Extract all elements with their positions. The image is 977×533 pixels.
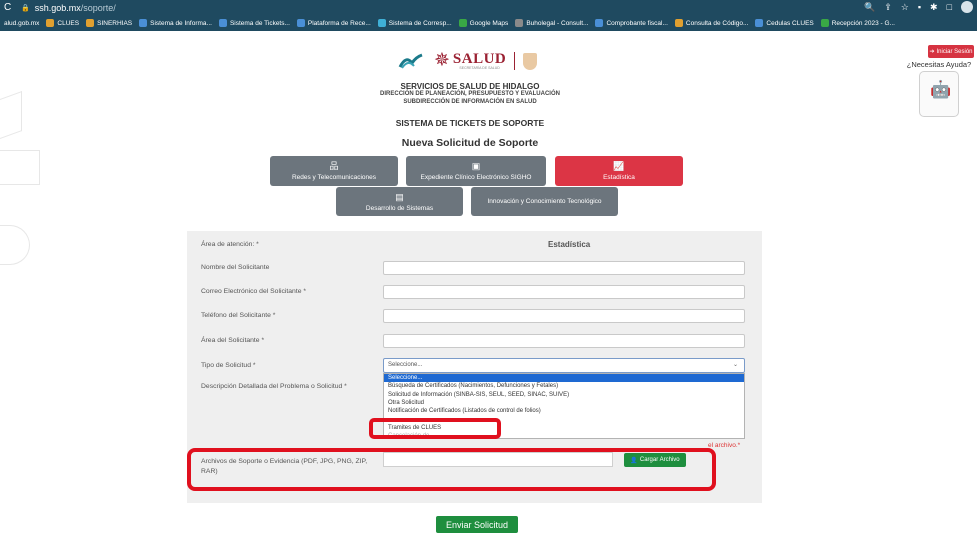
email-input[interactable] (383, 285, 745, 299)
name-input[interactable] (383, 261, 745, 275)
extensions-puzzle-icon[interactable]: ✱ (930, 2, 938, 13)
bookmark-favicon-icon (755, 19, 764, 27)
monitor-icon: ▣ (471, 161, 481, 171)
bookmark-item[interactable]: Cedulas CLUES (755, 19, 814, 27)
bookmark-item[interactable]: Plataforma de Rece... (296, 19, 371, 27)
login-button[interactable]: ➔ Iniciar Sesión (928, 45, 974, 58)
dropdown-option[interactable]: Notificación de Certificados (Listados d… (384, 407, 744, 415)
category-innovacion-button[interactable]: Innovación y Conocimiento Tecnológico (471, 187, 618, 216)
bookmark-item[interactable]: Comprobante fiscal... (595, 19, 668, 27)
bookmark-item[interactable]: Sistema de Corresp... (377, 19, 452, 27)
highlight-box-file-upload (187, 448, 716, 491)
profile-avatar[interactable] (961, 1, 973, 13)
chart-icon: 📈 (613, 161, 625, 171)
share-icon[interactable]: ⇪ (884, 2, 892, 13)
name-label: Nombre del Solicitante (201, 264, 270, 271)
dropdown-option[interactable]: Seleccione... (384, 374, 744, 383)
bookmark-item[interactable]: Google Maps (458, 19, 508, 27)
lock-icon: 🔒 (21, 4, 30, 12)
bookmark-favicon-icon (820, 19, 829, 27)
highlight-box-clues-option (369, 418, 501, 439)
logo-salud-text: SALUD (452, 51, 507, 67)
bookmark-favicon-icon (296, 19, 305, 27)
bookmark-item[interactable]: Sistema de Informa... (139, 19, 212, 27)
logo-subtext: SECRETARÍA DE SALUD (459, 66, 500, 70)
bookmark-favicon-icon (377, 19, 386, 27)
submit-button[interactable]: Enviar Solicitud (436, 516, 518, 533)
hidalgo-shield-icon (523, 52, 538, 70)
email-label: Correo Electrónico del Solicitante * (201, 288, 307, 295)
bookmark-item[interactable]: SINERHIAS (86, 19, 132, 27)
phone-input[interactable] (383, 309, 745, 323)
category-sigho-button[interactable]: ▣ Expediente Clínico Electrónico SIGHO (406, 156, 546, 186)
extension-icon[interactable]: ▪ (918, 2, 921, 12)
hidalgo-logo-icon (398, 53, 423, 69)
dropdown-option[interactable]: Solicitud de Información (SINBA-SIS, SEU… (384, 391, 744, 399)
window-icon[interactable]: □ (947, 2, 952, 12)
bookmark-favicon-icon (458, 19, 467, 27)
bookmark-item[interactable]: Recepción 2023 - G... (820, 19, 895, 27)
salud-emblem-icon: ✵ (434, 50, 450, 71)
help-text: ¿Necesitas Ayuda? (906, 60, 972, 69)
area-label: Área de atención: * (201, 241, 259, 248)
bookmark-star-icon[interactable]: ☆ (901, 2, 909, 13)
dropdown-option[interactable]: Búsqueda de Certificados (Nacimientos, D… (384, 382, 744, 390)
bookmark-item[interactable]: Consulta de Código... (674, 19, 748, 27)
description-label: Descripción Detallada del Problema o Sol… (201, 383, 347, 390)
bookmark-item[interactable]: alud.gob.mx (1, 19, 39, 27)
login-icon: ➔ (929, 49, 935, 55)
request-type-label: Tipo de Solicitud * (201, 362, 256, 369)
url-host: ssh.gob.mx (34, 2, 81, 13)
request-type-select[interactable]: Seleccione... ⌄ (383, 358, 745, 373)
dropdown-option[interactable]: Otra Solicitud (384, 399, 744, 407)
direction-name: DIRECCIÓN DE PLANEACIÓN, PRESUPUESTO Y E… (380, 91, 560, 97)
decorative-graphic (0, 150, 40, 185)
zoom-icon[interactable]: 🔍 (864, 2, 875, 13)
url-path: /soporte/ (80, 2, 116, 13)
bookmark-favicon-icon (46, 19, 55, 27)
bookmark-favicon-icon (674, 19, 683, 27)
bookmark-item[interactable]: CLUES (46, 19, 79, 27)
subdirection-name: SUBDIRECCIÓN DE INFORMACIÓN EN SALUD (403, 99, 537, 105)
org-name: SERVICIOS DE SALUD DE HIDALGO (400, 82, 540, 91)
reload-icon[interactable]: C (4, 2, 16, 13)
area-value: Estadística (548, 240, 591, 249)
browser-address-bar[interactable]: C 🔒 ssh.gob.mx/soporte/ 🔍 ⇪ ☆ ▪ ✱ □ (0, 0, 977, 15)
server-icon: ▤ (395, 191, 404, 202)
bookmark-favicon-icon (139, 19, 148, 27)
required-hint: el archivo.* (708, 442, 741, 449)
bookmark-item[interactable]: Sistema de Tickets... (218, 19, 290, 27)
bookmark-item[interactable]: Buholegal - Consult... (515, 19, 588, 27)
phone-label: Teléfono del Solicitante * (201, 312, 276, 319)
requester-area-input[interactable] (383, 334, 745, 348)
page-title: Nueva Solicitud de Soporte (401, 137, 539, 149)
category-redes-button[interactable]: 品 Redes y Telecomunicaciones (270, 156, 398, 186)
category-estadistica-button[interactable]: 📈 Estadística (555, 156, 683, 186)
logo-separator (514, 52, 516, 70)
bookmark-favicon-icon (86, 19, 95, 27)
category-desarrollo-button[interactable]: ▤ Desarrollo de Sistemas (336, 187, 463, 216)
bookmark-favicon-icon (595, 19, 604, 27)
decorative-graphic (0, 225, 30, 265)
chevron-down-icon: ⌄ (732, 362, 738, 368)
system-title: SISTEMA DE TICKETS DE SOPORTE (395, 118, 545, 128)
header-logo: ✵ SALUD SECRETARÍA DE SALUD (398, 50, 538, 71)
requester-area-label: Área del Solicitante * (201, 337, 265, 344)
bookmarks-bar: alud.gob.mx CLUES SINERHIAS Sistema de Info… (0, 15, 977, 31)
browser-toolbar-right: 🔍 ⇪ ☆ ▪ ✱ □ (864, 1, 973, 13)
bookmark-favicon-icon (515, 19, 524, 27)
network-icon: 品 (329, 161, 339, 171)
bookmark-favicon-icon (218, 19, 227, 27)
